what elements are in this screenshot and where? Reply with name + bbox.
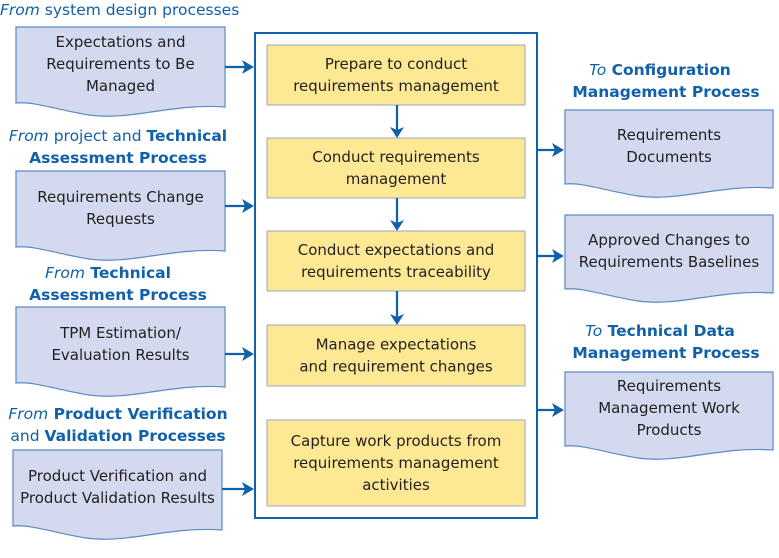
process-step-label-line: management: [346, 170, 447, 188]
input-source-label: Assessment Process: [29, 286, 207, 304]
output-document-label-line: Approved Changes to: [588, 231, 750, 249]
requirements-management-process-diagram: From system design processes Expectations…: [0, 1, 774, 540]
output-document-label-line: Management Work: [598, 399, 740, 417]
process-step: [266, 230, 526, 292]
input-document-label-line: Evaluation Results: [51, 346, 189, 364]
input-document-label-line: Requests: [86, 210, 155, 228]
output-destination-label-segment: Management Process: [572, 83, 759, 101]
input-document-label-line: TPM Estimation/: [59, 324, 182, 342]
input-source-label-segment: and: [10, 427, 44, 445]
input-source-label-segment: system design processes: [40, 1, 239, 19]
process-step-label-line: requirements management: [293, 454, 499, 472]
input-source-label: From Product Verification: [8, 405, 227, 423]
input-source-label: From Technical: [45, 264, 171, 282]
input-source-label-segment: Assessment Process: [29, 149, 207, 167]
input-document-label-line: Product Validation Results: [20, 489, 215, 507]
input-source-label-segment: Assessment Process: [29, 286, 207, 304]
input-source-label: From system design processes: [0, 1, 239, 19]
input-source-label-segment: From: [45, 264, 85, 282]
input-source-label-segment: From: [8, 405, 48, 423]
input-source-label-segment: Technical: [147, 127, 228, 145]
output-document-label-line: Documents: [626, 148, 712, 166]
input-source-label-segment: project and: [49, 127, 147, 145]
input-document-label-line: Requirements Change: [37, 188, 203, 206]
output-destination-label: Management Process: [572, 344, 759, 362]
process-step-label-line: activities: [362, 476, 430, 494]
output-destination-label-segment: To: [585, 322, 602, 340]
process-step: [266, 324, 526, 387]
input-source-label: From project and Technical: [9, 127, 227, 145]
process-step: [266, 137, 526, 199]
process-step-label-line: Conduct requirements: [312, 148, 480, 166]
input-source-label-segment: From: [0, 1, 40, 19]
input-source-label: and Validation Processes: [10, 427, 225, 445]
process-step-label-line: requirements traceability: [301, 263, 491, 281]
input-document-label-line: Product Verification and: [28, 467, 207, 485]
process-step-label-line: Conduct expectations and: [298, 241, 495, 259]
process-step-label-line: Capture work products from: [291, 432, 502, 450]
input-document-label-line: Managed: [86, 77, 155, 95]
input-source-label-segment: Technical: [85, 264, 171, 282]
input-document-label-line: Requirements to Be: [46, 55, 194, 73]
output-destination-label: Management Process: [572, 83, 759, 101]
input-source-label-segment: Validation Processes: [44, 427, 225, 445]
process-step-label-line: and requirement changes: [299, 358, 493, 376]
process-step-label-line: Manage expectations: [316, 336, 477, 354]
output-destination-label: To Technical Data: [585, 322, 735, 340]
output-destination-label-segment: Management Process: [572, 344, 759, 362]
output-destination-label-segment: To: [589, 61, 606, 79]
output-document-label-line: Products: [637, 421, 702, 439]
output-document-label-line: Requirements Baselines: [579, 253, 760, 271]
input-source-label-segment: From: [9, 127, 49, 145]
output-document-label-line: Requirements: [617, 377, 721, 395]
process-step: [266, 44, 526, 106]
input-source-label: Assessment Process: [29, 149, 207, 167]
output-destination-label: To Configuration: [589, 61, 731, 79]
output-destination-label-segment: Technical Data: [602, 322, 735, 340]
input-document-label-line: Expectations and: [56, 33, 186, 51]
process-step-label-line: requirements management: [293, 77, 499, 95]
output-document-label-line: Requirements: [617, 126, 721, 144]
output-destination-label-segment: Configuration: [606, 61, 731, 79]
input-source-label-segment: Product Verification: [48, 405, 227, 423]
process-step-label-line: Prepare to conduct: [325, 55, 467, 73]
